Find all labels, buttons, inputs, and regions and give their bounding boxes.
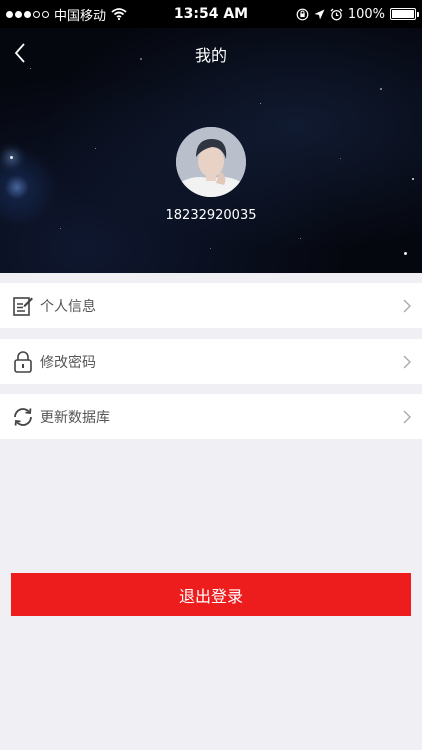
phone-number: 18232920035: [165, 208, 257, 223]
page-title: 我的: [194, 46, 227, 65]
carrier-label: 中国移动: [54, 8, 107, 24]
battery-fill: [392, 10, 414, 18]
battery-percent: 100%: [347, 6, 385, 22]
menu-item-personal-info[interactable]: 个人信息: [0, 283, 422, 328]
battery-icon: [390, 8, 419, 20]
menu-item-change-password[interactable]: 修改密码: [0, 339, 422, 384]
profile-header: 我的 18232920035: [0, 28, 422, 273]
signal-strength-icon: [6, 10, 49, 18]
menu-item-label: 修改密码: [40, 354, 96, 371]
location-arrow-icon: [314, 9, 325, 19]
menu-item-label: 更新数据库: [40, 409, 110, 426]
wifi-icon: [111, 8, 127, 20]
alarm-clock-icon: [330, 8, 343, 20]
menu-item-label: 个人信息: [40, 298, 96, 315]
logout-button[interactable]: 退出登录: [11, 573, 411, 616]
orientation-lock-icon: [296, 8, 309, 20]
status-left: 中国移动: [6, 5, 127, 24]
edit-document-icon: [12, 295, 34, 317]
status-right: 100%: [296, 6, 419, 22]
status-bar: 中国移动 13:54 AM 100%: [0, 0, 422, 28]
chevron-right-icon: [400, 410, 414, 424]
refresh-icon: [12, 406, 34, 428]
avatar[interactable]: [176, 127, 246, 197]
chevron-right-icon: [400, 355, 414, 369]
menu-item-update-database[interactable]: 更新数据库: [0, 394, 422, 439]
lock-icon: [12, 350, 34, 373]
chevron-right-icon: [400, 299, 414, 313]
avatar-portrait: [176, 127, 246, 197]
